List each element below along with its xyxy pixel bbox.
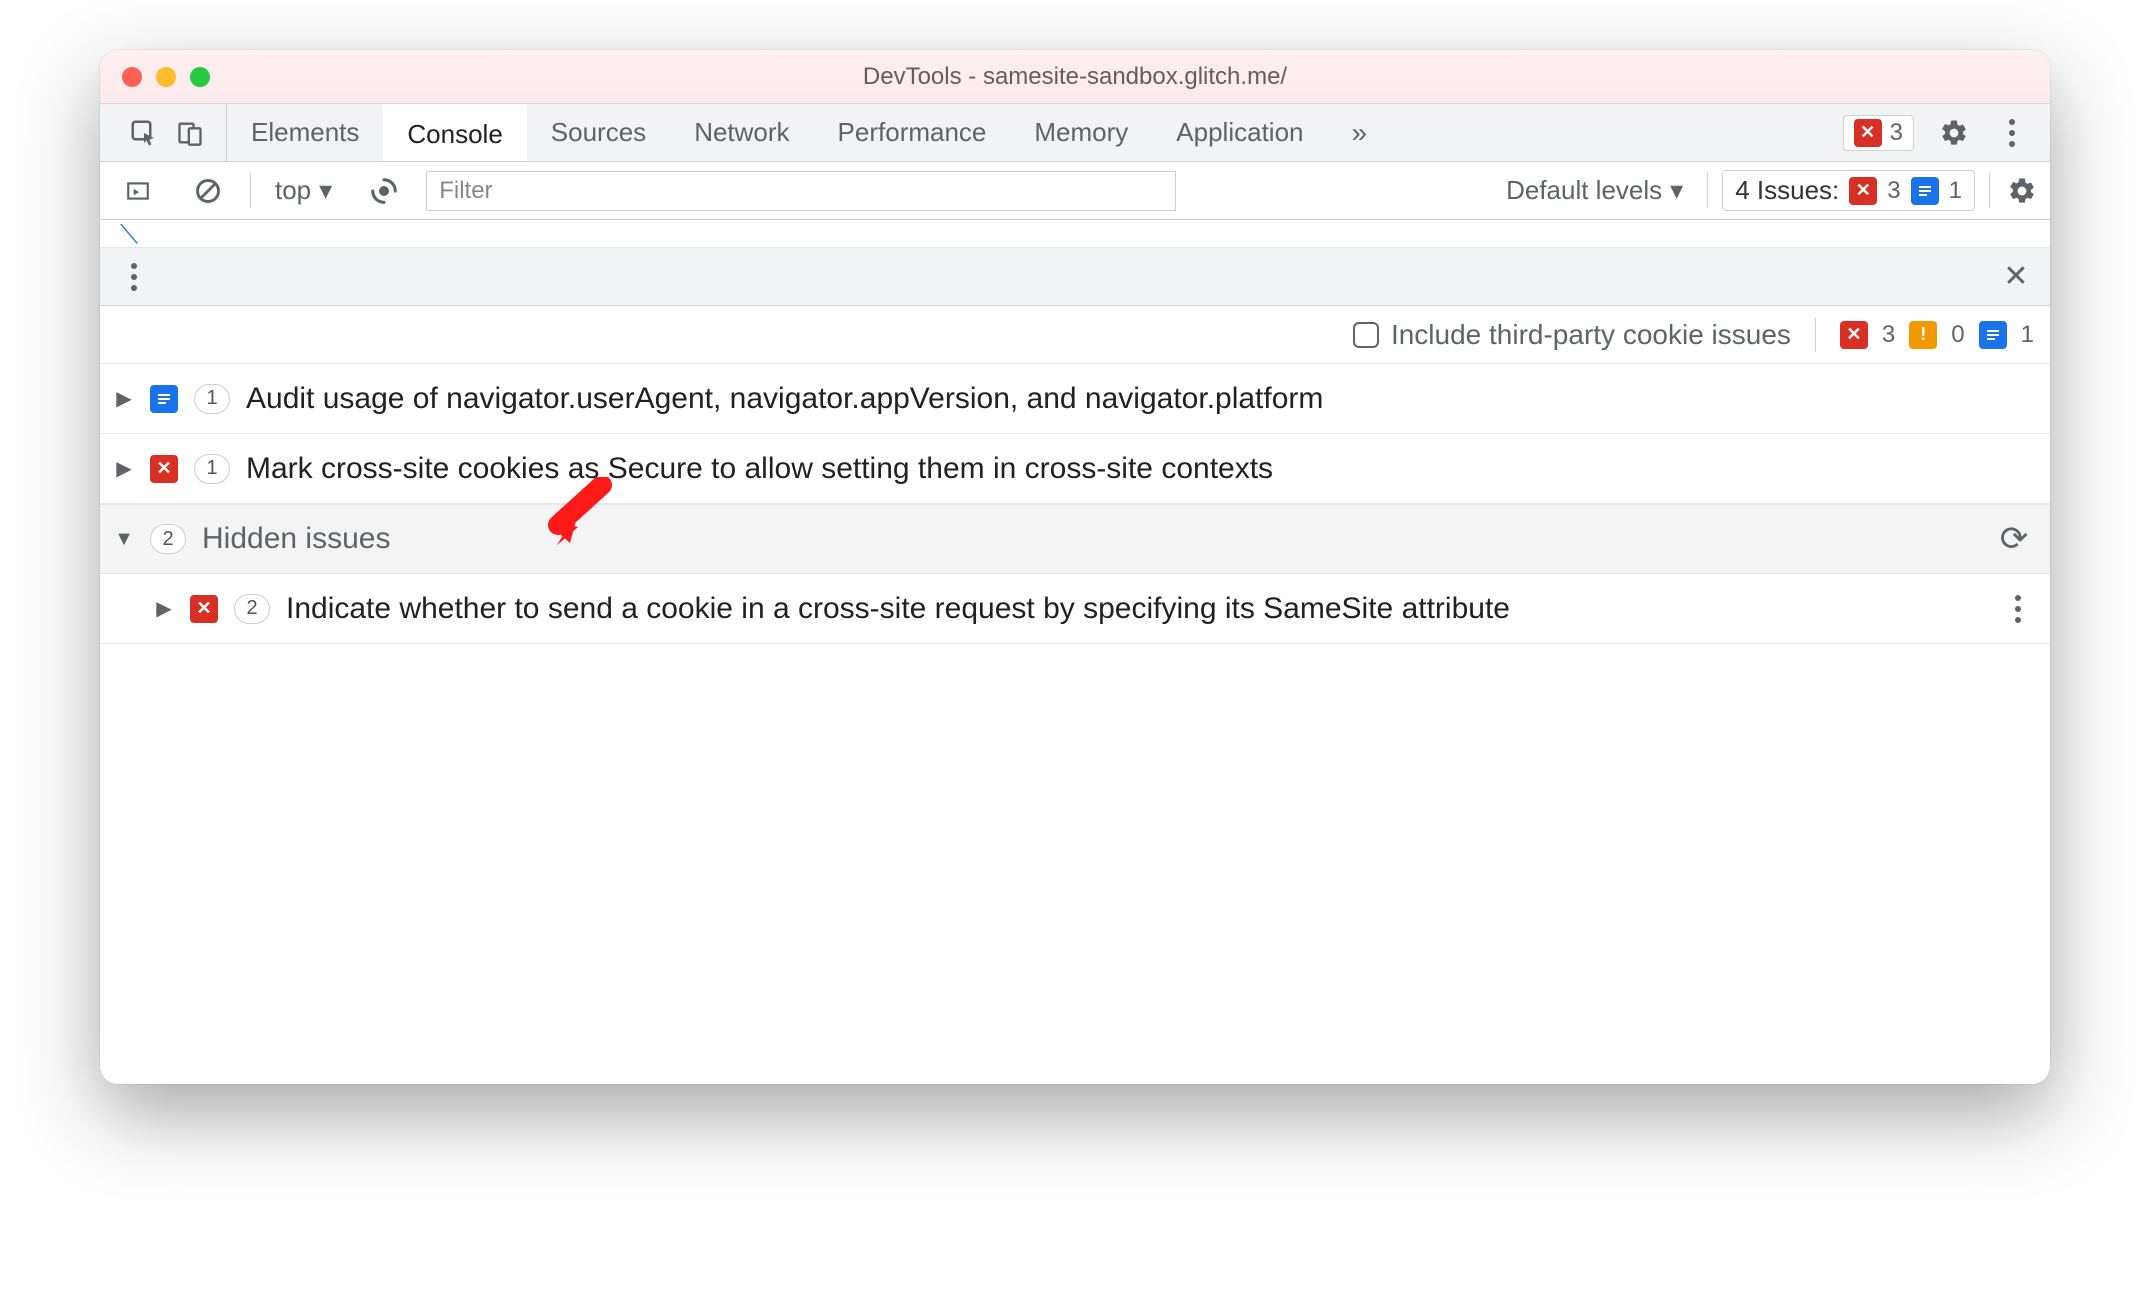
info-icon xyxy=(1911,177,1939,205)
error-icon: ✕ xyxy=(190,595,218,623)
error-count: 3 xyxy=(1882,321,1895,349)
console-prompt-row: ⟍ xyxy=(100,220,2050,248)
issue-row[interactable]: ▶ 1 Audit usage of navigator.userAgent, … xyxy=(100,364,2050,434)
annotation-arrow-icon xyxy=(540,477,620,557)
inspect-element-icon[interactable] xyxy=(126,115,162,151)
toggle-sidebar-icon[interactable] xyxy=(120,173,156,209)
panel-tabstrip: Elements Console Sources Network Perform… xyxy=(100,104,2050,162)
spinner-icon: ⟍ xyxy=(120,220,138,251)
issue-title: Indicate whether to send a cookie in a c… xyxy=(286,592,1510,626)
warning-icon: ! xyxy=(1909,321,1937,349)
devtools-window: DevTools - samesite-sandbox.glitch.me/ E… xyxy=(100,50,2050,1084)
issue-counts: ✕ 3 ! 0 1 xyxy=(1840,321,2034,349)
log-levels-label: Default levels xyxy=(1506,175,1662,206)
hidden-issues-header[interactable]: ▼ 2 Hidden issues ⟳ xyxy=(100,504,2050,574)
checkbox-icon xyxy=(1353,322,1379,348)
panel-tabs: Elements Console Sources Network Perform… xyxy=(227,104,1391,161)
error-icon: ✕ xyxy=(1849,177,1877,205)
tab-application[interactable]: Application xyxy=(1152,104,1327,161)
info-icon xyxy=(150,385,178,413)
context-selector[interactable]: top ▾ xyxy=(265,175,342,206)
issue-count: 1 xyxy=(194,384,230,414)
issues-toolbar: Include third-party cookie issues ✕ 3 ! … xyxy=(100,306,2050,364)
issues-info-count: 1 xyxy=(1949,177,1962,205)
hidden-issue-row[interactable]: ▶ ✕ 2 Indicate whether to send a cookie … xyxy=(100,574,2050,644)
tab-console[interactable]: Console xyxy=(383,104,526,161)
caret-down-icon: ▾ xyxy=(319,175,332,206)
device-toolbar-icon[interactable] xyxy=(172,115,208,151)
error-count: 3 xyxy=(1890,119,1903,147)
tabs-overflow-button[interactable]: » xyxy=(1328,104,1392,161)
tab-elements[interactable]: Elements xyxy=(227,104,383,161)
console-settings-gear-icon[interactable] xyxy=(2004,173,2040,209)
window-title: DevTools - samesite-sandbox.glitch.me/ xyxy=(100,63,2050,91)
caret-down-icon: ▾ xyxy=(1670,175,1683,206)
include-third-party-label: Include third-party cookie issues xyxy=(1391,319,1791,351)
issue-title: Audit usage of navigator.userAgent, navi… xyxy=(246,382,1323,416)
expand-icon[interactable]: ▶ xyxy=(114,456,134,481)
issue-menu-icon[interactable] xyxy=(2000,595,2036,623)
console-toolbar: top ▾ Default levels ▾ 4 Issues: ✕ 3 1 xyxy=(100,162,2050,220)
filter-input[interactable] xyxy=(426,171,1176,211)
tab-performance[interactable]: Performance xyxy=(814,104,1011,161)
close-drawer-icon[interactable]: ✕ xyxy=(1998,259,2034,295)
info-count: 1 xyxy=(2021,321,2034,349)
expand-icon[interactable]: ▶ xyxy=(154,596,174,621)
log-levels-selector[interactable]: Default levels ▾ xyxy=(1496,175,1693,206)
error-icon: ✕ xyxy=(150,455,178,483)
issue-count: 2 xyxy=(234,594,270,624)
titlebar: DevTools - samesite-sandbox.glitch.me/ xyxy=(100,50,2050,104)
reload-icon[interactable]: ⟳ xyxy=(1996,521,2032,557)
hidden-count: 2 xyxy=(150,524,186,554)
issues-summary-label: 4 Issues: xyxy=(1735,175,1839,206)
settings-gear-icon[interactable] xyxy=(1936,115,1972,151)
hidden-issues-label: Hidden issues xyxy=(202,522,390,556)
info-icon xyxy=(1979,321,2007,349)
live-expression-icon[interactable] xyxy=(366,173,402,209)
issue-title: Mark cross-site cookies as Secure to all… xyxy=(246,452,1273,486)
drawer-menu-icon[interactable] xyxy=(116,263,152,291)
empty-area xyxy=(100,644,2050,1084)
issue-count: 1 xyxy=(194,454,230,484)
error-icon: ✕ xyxy=(1840,321,1868,349)
issue-row[interactable]: ▶ ✕ 1 Mark cross-site cookies as Secure … xyxy=(100,434,2050,504)
more-menu-icon[interactable] xyxy=(1994,119,2030,147)
clear-console-icon[interactable] xyxy=(190,173,226,209)
drawer-header: ✕ xyxy=(100,248,2050,306)
include-third-party-checkbox[interactable]: Include third-party cookie issues xyxy=(1353,319,1791,351)
issues-summary-button[interactable]: 4 Issues: ✕ 3 1 xyxy=(1722,170,1975,211)
error-icon: ✕ xyxy=(1854,119,1882,147)
issues-error-count: 3 xyxy=(1887,177,1900,205)
tab-sources[interactable]: Sources xyxy=(527,104,670,161)
error-count-badge[interactable]: ✕ 3 xyxy=(1843,115,1914,151)
warning-count: 0 xyxy=(1951,321,1964,349)
collapse-icon[interactable]: ▼ xyxy=(114,528,134,551)
context-label: top xyxy=(275,175,311,206)
tab-network[interactable]: Network xyxy=(670,104,813,161)
expand-icon[interactable]: ▶ xyxy=(114,386,134,411)
tab-memory[interactable]: Memory xyxy=(1010,104,1152,161)
